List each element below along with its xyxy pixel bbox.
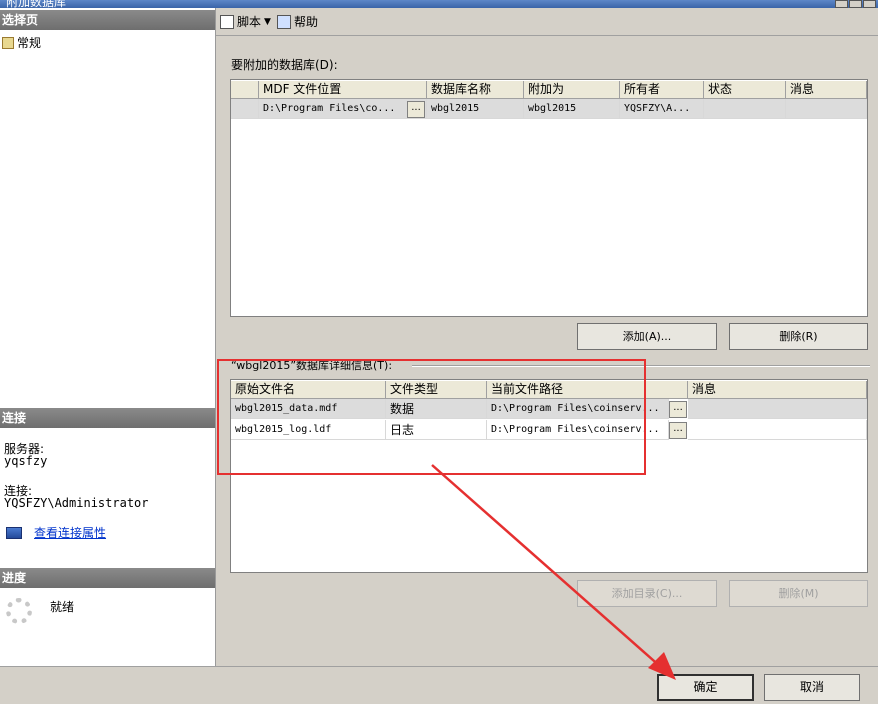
progress-spinner-icon xyxy=(6,598,32,624)
page-icon xyxy=(2,36,14,49)
maximize-button[interactable] xyxy=(849,0,862,8)
connection-value: YQSFZY\Administrator xyxy=(4,496,149,510)
cancel-button[interactable]: 取消 xyxy=(764,674,860,701)
script-button[interactable]: 脚本 ▼ xyxy=(220,13,271,30)
script-icon xyxy=(220,14,234,29)
help-label: 帮助 xyxy=(293,15,318,29)
nav-item-general[interactable]: 常规 xyxy=(2,34,41,51)
window-title: 附加数据库 xyxy=(6,0,67,8)
attach-database-grid: MDF 文件位置 数据库名称 附加为 所有者 状态 消息 D:\Program … xyxy=(230,79,868,317)
attach-group-label: 要附加的数据库(D): xyxy=(231,58,338,72)
left-pane: 选择页 常规 连接 服务器: yqsfzy 连接: YQSFZY\Adminis… xyxy=(0,8,216,666)
cell-mdf-location[interactable]: D:\Program Files\co... xyxy=(259,99,427,119)
help-button[interactable]: 帮助 xyxy=(276,13,318,30)
col-details-message[interactable]: 消息 xyxy=(688,381,867,399)
cell-db-name[interactable]: wbgl2015 xyxy=(427,99,524,119)
col-mdf-location[interactable]: MDF 文件位置 xyxy=(259,81,427,99)
view-connection-link[interactable]: 查看连接属性 xyxy=(34,524,106,541)
close-button[interactable] xyxy=(863,0,876,8)
minimize-button[interactable] xyxy=(835,0,848,8)
title-bar: 附加数据库 xyxy=(0,0,878,8)
dropdown-arrow-icon[interactable]: ▼ xyxy=(264,17,271,27)
nav-item-general-label: 常规 xyxy=(17,36,42,50)
cell-attach-as[interactable]: wbgl2015 xyxy=(524,99,620,119)
col-status[interactable]: 状态 xyxy=(704,81,786,99)
cell-details-message xyxy=(688,420,867,440)
help-icon xyxy=(276,14,291,29)
script-label: 脚本 xyxy=(237,15,262,29)
connection-header: 连接 xyxy=(0,408,215,428)
browse-mdf-button[interactable]: ... xyxy=(407,101,425,118)
col-owner[interactable]: 所有者 xyxy=(620,81,704,99)
add-database-button[interactable]: 添加(A)... xyxy=(577,323,717,350)
progress-header: 进度 xyxy=(0,568,215,588)
remove-database-button[interactable]: 删除(R) xyxy=(729,323,868,350)
connection-properties-icon xyxy=(6,526,22,539)
col-db-name[interactable]: 数据库名称 xyxy=(427,81,524,99)
window-controls xyxy=(835,0,876,8)
ok-button[interactable]: 确定 xyxy=(657,674,754,701)
cell-owner[interactable]: YQSFZY\A... xyxy=(620,99,704,119)
server-value: yqsfzy xyxy=(4,454,48,468)
select-page-header: 选择页 xyxy=(0,10,215,30)
toolbar: 脚本 ▼ 帮助 xyxy=(216,8,878,36)
browse-path-button[interactable]: ... xyxy=(669,401,687,418)
row-header-corner xyxy=(231,81,259,99)
row-header[interactable] xyxy=(231,99,259,119)
col-message[interactable]: 消息 xyxy=(786,81,867,99)
cell-message xyxy=(786,99,867,119)
cell-details-message xyxy=(688,399,867,419)
browse-path-button[interactable]: ... xyxy=(669,422,687,439)
cell-status xyxy=(704,99,786,119)
remove-file-button[interactable]: 删除(M) xyxy=(729,580,868,607)
progress-status: 就绪 xyxy=(50,600,75,614)
col-attach-as[interactable]: 附加为 xyxy=(524,81,620,99)
annotation-highlight-box xyxy=(217,359,646,475)
view-connection-properties[interactable]: 查看连接属性 xyxy=(6,524,106,541)
add-catalog-button[interactable]: 添加目录(C)... xyxy=(577,580,717,607)
